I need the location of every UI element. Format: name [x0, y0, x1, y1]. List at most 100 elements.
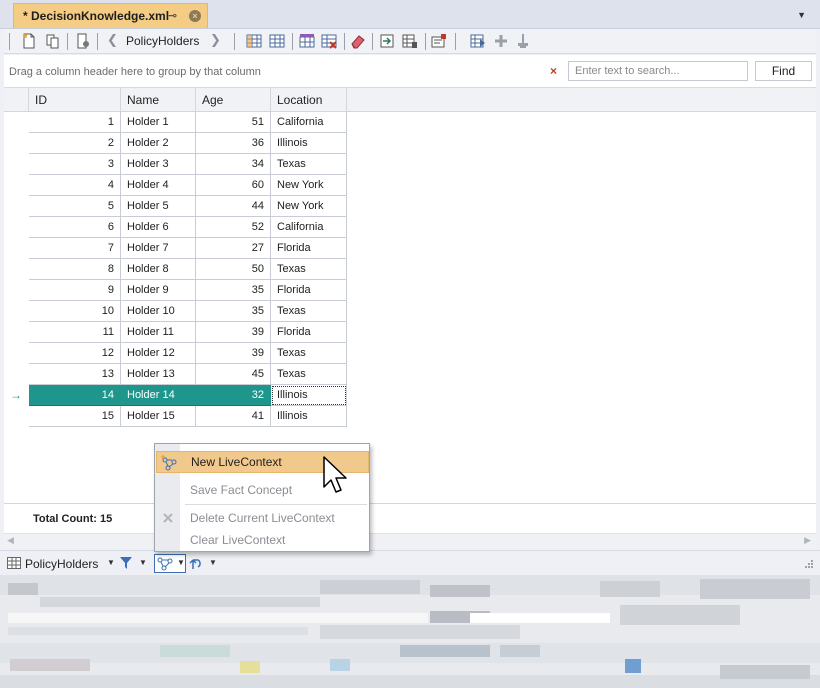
table-row[interactable]: 15 Holder 15 41 Illinois — [4, 406, 347, 427]
eraser-icon[interactable] — [350, 33, 366, 49]
column-header-location[interactable]: Location — [271, 88, 347, 112]
cell-age[interactable]: 27 — [196, 238, 271, 259]
menu-item-clear-livecontext[interactable]: Clear LiveContext — [156, 529, 369, 551]
cell-id[interactable]: 6 — [29, 217, 121, 238]
cell-name[interactable]: Holder 6 — [121, 217, 196, 238]
cell-location[interactable]: Texas — [271, 364, 347, 385]
document-tab[interactable]: * DecisionKnowledge.xml ⊸ × — [13, 3, 208, 28]
cell-age[interactable]: 39 — [196, 322, 271, 343]
cell-location[interactable]: New York — [271, 196, 347, 217]
cell-age[interactable]: 35 — [196, 280, 271, 301]
import-icon[interactable] — [379, 33, 395, 49]
undo-dropdown-icon[interactable]: ▼ — [209, 558, 217, 567]
add-row-icon[interactable] — [299, 33, 315, 49]
cell-id[interactable]: 12 — [29, 343, 121, 364]
table-row[interactable]: 12 Holder 12 39 Texas — [4, 343, 347, 364]
cell-id[interactable]: 10 — [29, 301, 121, 322]
menu-item-delete-current-livecontext[interactable]: Delete Current LiveContext — [156, 507, 369, 529]
cell-age[interactable]: 44 — [196, 196, 271, 217]
group-by-panel[interactable]: Drag a column header here to group by th… — [4, 55, 816, 88]
table-row[interactable]: 3 Holder 3 34 Texas — [4, 154, 347, 175]
delete-row-icon[interactable] — [321, 33, 337, 49]
insert-column-icon[interactable] — [246, 33, 262, 49]
column-header-name[interactable]: Name — [121, 88, 196, 112]
cell-id[interactable]: 3 — [29, 154, 121, 175]
scroll-right-icon[interactable]: ▶ — [804, 535, 811, 546]
table-row[interactable]: 13 Holder 13 45 Texas — [4, 364, 347, 385]
cell-location[interactable]: California — [271, 217, 347, 238]
search-input[interactable] — [568, 61, 748, 81]
cell-age[interactable]: 35 — [196, 301, 271, 322]
filter-dropdown-icon[interactable]: ▼ — [139, 558, 147, 567]
cell-location[interactable]: Illinois — [271, 406, 347, 427]
resize-grip-icon[interactable] — [804, 559, 814, 569]
cell-name[interactable]: Holder 5 — [121, 196, 196, 217]
anchor-icon[interactable] — [515, 33, 531, 49]
table-row[interactable]: 7 Holder 7 27 Florida — [4, 238, 347, 259]
livecontext-dropdown-icon[interactable]: ▼ — [177, 558, 185, 567]
run-icon[interactable] — [470, 33, 486, 49]
cell-id[interactable]: 1 — [29, 112, 121, 133]
table-row[interactable]: 4 Holder 4 60 New York — [4, 175, 347, 196]
cell-name[interactable]: Holder 13 — [121, 364, 196, 385]
table-row[interactable]: 5 Holder 5 44 New York — [4, 196, 347, 217]
table-row[interactable]: 9 Holder 9 35 Florida — [4, 280, 347, 301]
table-selector-label[interactable]: PolicyHolders — [25, 557, 98, 571]
cell-id[interactable]: 2 — [29, 133, 121, 154]
cell-location[interactable]: Florida — [271, 238, 347, 259]
find-button[interactable]: Find — [755, 61, 812, 81]
table-row[interactable]: 11 Holder 11 39 Florida — [4, 322, 347, 343]
export-table-icon[interactable] — [402, 33, 418, 49]
cell-id[interactable]: 14 — [29, 385, 121, 406]
cell-id[interactable]: 15 — [29, 406, 121, 427]
properties-icon[interactable] — [431, 33, 447, 49]
table-icon[interactable] — [269, 33, 285, 49]
livecontext-button[interactable]: ▼ — [154, 554, 186, 573]
cell-name[interactable]: Holder 14 — [121, 385, 196, 406]
cell-id[interactable]: 13 — [29, 364, 121, 385]
table-row[interactable]: 1 Holder 1 51 California — [4, 112, 347, 133]
cell-id[interactable]: 5 — [29, 196, 121, 217]
cell-age[interactable]: 45 — [196, 364, 271, 385]
table-row[interactable]: 2 Holder 2 36 Illinois — [4, 133, 347, 154]
scroll-left-icon[interactable]: ◀ — [7, 535, 14, 546]
cell-name[interactable]: Holder 1 — [121, 112, 196, 133]
undo-icon[interactable] — [189, 556, 203, 570]
clear-search-icon[interactable]: × — [550, 64, 557, 78]
cell-age[interactable]: 32 — [196, 385, 271, 406]
cell-name[interactable]: Holder 7 — [121, 238, 196, 259]
cell-age[interactable]: 50 — [196, 259, 271, 280]
cell-age[interactable]: 52 — [196, 217, 271, 238]
cell-location[interactable]: New York — [271, 175, 347, 196]
horizontal-scrollbar[interactable]: ◀ ▶ — [4, 533, 816, 548]
settings-document-icon[interactable] — [75, 33, 91, 49]
cell-location[interactable]: Illinois — [271, 385, 347, 406]
cell-location[interactable]: Texas — [271, 301, 347, 322]
cell-location[interactable]: Florida — [271, 280, 347, 301]
cell-location[interactable]: Texas — [271, 343, 347, 364]
cell-age[interactable]: 41 — [196, 406, 271, 427]
add-icon[interactable] — [493, 33, 509, 49]
cell-name[interactable]: Holder 11 — [121, 322, 196, 343]
new-document-icon[interactable] — [21, 33, 37, 49]
cell-name[interactable]: Holder 3 — [121, 154, 196, 175]
cell-name[interactable]: Holder 8 — [121, 259, 196, 280]
table-row[interactable]: 10 Holder 10 35 Texas — [4, 301, 347, 322]
cell-location[interactable]: Texas — [271, 259, 347, 280]
cell-id[interactable]: 7 — [29, 238, 121, 259]
cell-location[interactable]: Texas — [271, 154, 347, 175]
cell-age[interactable]: 39 — [196, 343, 271, 364]
copy-document-icon[interactable] — [45, 33, 61, 49]
cell-name[interactable]: Holder 15 — [121, 406, 196, 427]
cell-age[interactable]: 36 — [196, 133, 271, 154]
back-arrow-icon[interactable]: ❮ — [107, 32, 118, 48]
cell-name[interactable]: Holder 10 — [121, 301, 196, 322]
cell-id[interactable]: 4 — [29, 175, 121, 196]
table-selector-dropdown-icon[interactable]: ▼ — [107, 558, 115, 567]
cell-location[interactable]: Florida — [271, 322, 347, 343]
cell-name[interactable]: Holder 2 — [121, 133, 196, 154]
tab-list-dropdown-icon[interactable]: ▼ — [797, 10, 806, 20]
table-row[interactable]: → 14 Holder 14 32 Illinois — [4, 385, 347, 406]
cell-age[interactable]: 34 — [196, 154, 271, 175]
cell-id[interactable]: 8 — [29, 259, 121, 280]
